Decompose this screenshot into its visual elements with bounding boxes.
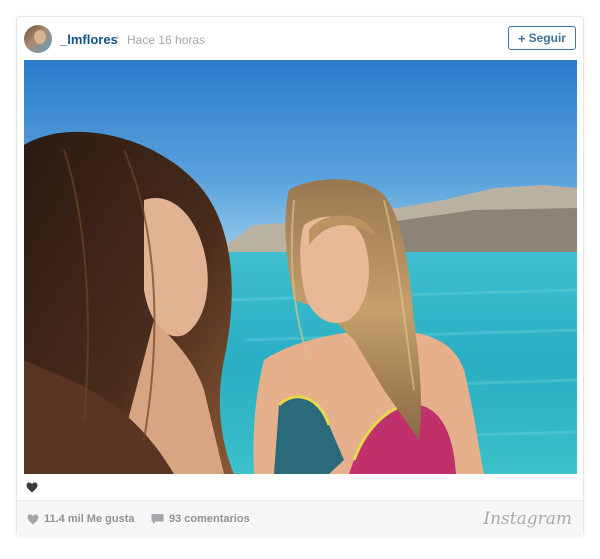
heart-icon — [26, 482, 38, 493]
likes-label: 11.4 mil Me gusta — [44, 513, 135, 525]
follow-button[interactable]: + Seguir — [508, 26, 576, 50]
post-photo[interactable] — [24, 60, 577, 474]
heart-icon — [27, 514, 39, 524]
comments-label: 93 comentarios — [169, 513, 250, 525]
post-time: Hace 16 horas — [127, 33, 206, 47]
post-header: _lmflores • Hace 16 horas + Seguir — [17, 17, 583, 61]
avatar[interactable] — [24, 25, 52, 53]
plus-icon: + — [518, 30, 526, 46]
instagram-logo[interactable]: Instagram — [483, 509, 572, 529]
instagram-embed-card: _lmflores • Hace 16 horas + Seguir 11.4 … — [16, 16, 584, 537]
username-link[interactable]: _lmflores — [60, 32, 118, 47]
speech-bubble-icon — [151, 514, 164, 524]
likes-count[interactable]: 11.4 mil Me gusta — [27, 513, 134, 525]
comments-count[interactable]: 93 comentarios — [151, 513, 250, 525]
separator-dot: • — [115, 31, 120, 45]
post-footer: 11.4 mil Me gusta 93 comentarios Instagr… — [17, 500, 583, 537]
follow-label: Seguir — [528, 31, 566, 45]
